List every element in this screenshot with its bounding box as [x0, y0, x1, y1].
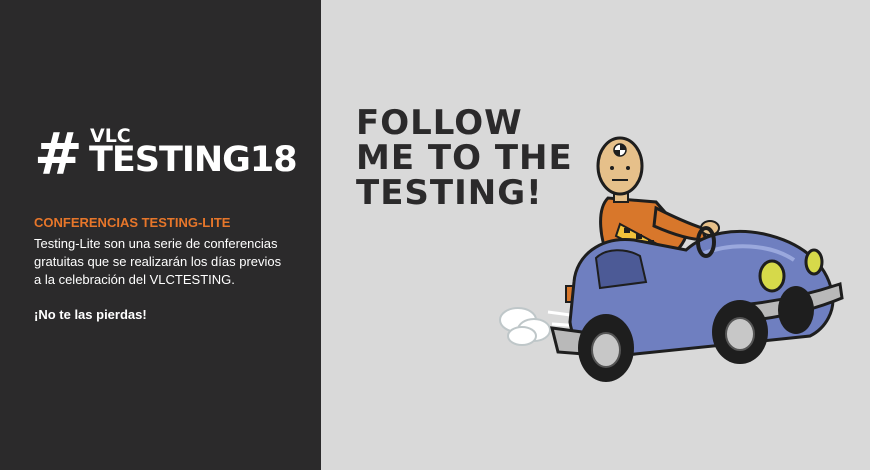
wheel-icon — [578, 314, 634, 382]
logo-hash: # — [34, 120, 83, 188]
conference-title: CONFERENCIAS TESTING-LITE — [34, 215, 231, 230]
crash-test-dummy-car-icon — [496, 132, 848, 394]
conference-cta: ¡No te las pierdas! — [34, 307, 147, 322]
wheel-icon — [712, 300, 768, 364]
bumper-car-icon — [550, 226, 844, 382]
vlctesting-logo: # VLC TESTING18 — [34, 120, 298, 188]
logo-testing18: TESTING18 — [89, 140, 298, 180]
left-panel: # VLC TESTING18 CONFERENCIAS TESTING-LIT… — [0, 0, 321, 470]
conference-description: Testing-Lite son una serie de conferenci… — [34, 236, 282, 287]
wheel-icon — [778, 286, 814, 334]
